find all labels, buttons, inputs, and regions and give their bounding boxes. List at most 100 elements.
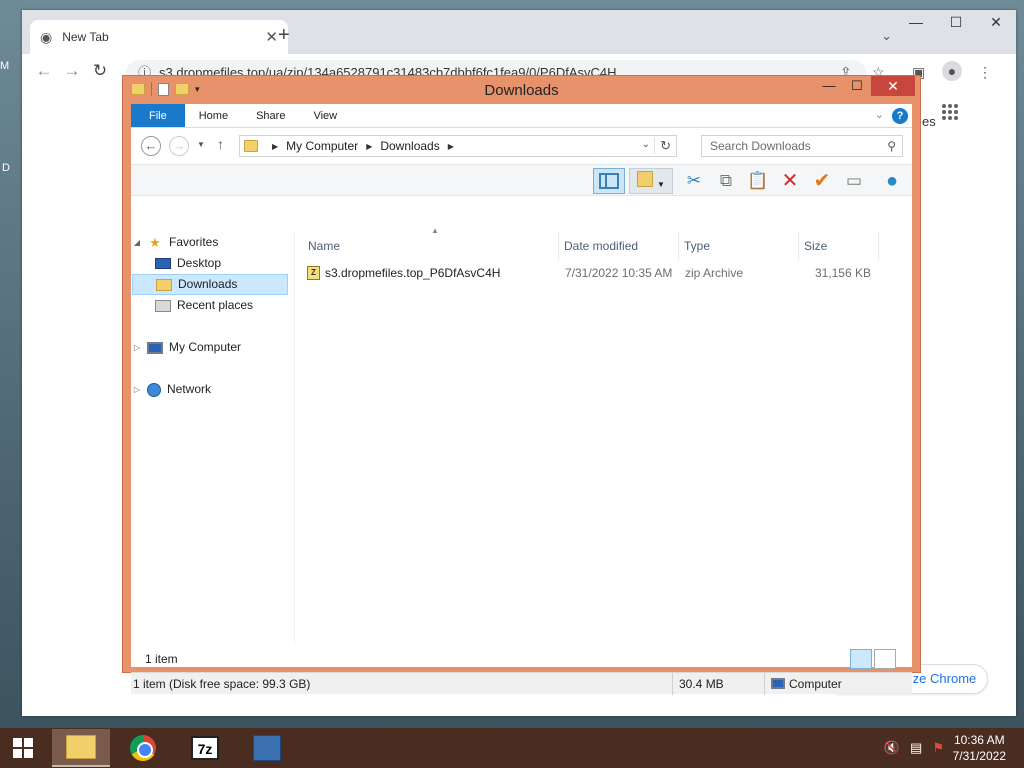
windows-logo-icon — [13, 738, 33, 758]
profile-avatar-icon[interactable]: ● — [942, 61, 962, 81]
globe-icon[interactable]: ● — [879, 168, 905, 194]
file-row[interactable]: Z s3.dropmefiles.top_P6DfAsvC4H 7/31/202… — [303, 262, 912, 284]
details-view-button[interactable] — [850, 649, 872, 669]
nav-my-computer[interactable]: ▷ My Computer — [131, 337, 241, 358]
forward-icon[interactable]: → — [169, 136, 189, 156]
taskbar-file-explorer[interactable] — [52, 729, 110, 767]
tab-home[interactable]: Home — [185, 104, 242, 127]
ntp-link-text[interactable]: es — [922, 114, 936, 129]
nav-recent-places[interactable]: Recent places — [151, 295, 253, 316]
copy-icon[interactable]: ⧉ — [713, 168, 739, 194]
delete-icon[interactable]: ✕ — [777, 168, 803, 194]
preview-pane-button[interactable] — [593, 168, 625, 194]
explorer-titlebar[interactable]: ▾ Downloads — ☐ ✕ — [123, 76, 920, 104]
explorer-close-button[interactable]: ✕ — [871, 76, 915, 96]
start-button[interactable] — [0, 728, 46, 768]
volume-muted-icon[interactable]: 🔇 — [884, 740, 900, 756]
address-dropdown-icon[interactable]: ⌄ — [642, 139, 650, 150]
tab-close-icon[interactable]: ✕ — [265, 28, 278, 46]
search-input[interactable]: Search Downloads ⚲ — [701, 135, 903, 157]
explorer-maximize-button[interactable]: ☐ — [843, 76, 871, 96]
cut-icon[interactable]: ✂ — [681, 168, 707, 194]
breadcrumb-downloads[interactable]: Downloads — [380, 139, 439, 153]
ribbon-expand-icon[interactable]: ⌄ — [875, 108, 884, 121]
network-tray-icon[interactable]: ▤ — [910, 740, 922, 756]
tab-new-tab[interactable]: ◉ New Tab ✕ — [30, 20, 288, 54]
tab-view[interactable]: View — [299, 104, 351, 127]
desktop-edge-text: M — [0, 60, 10, 72]
close-button[interactable]: ✕ — [976, 10, 1016, 36]
back-icon[interactable]: ← — [141, 136, 161, 156]
recent-locations-icon[interactable]: ▼ — [197, 140, 205, 149]
paste-icon[interactable]: 📋 — [745, 168, 771, 194]
minimize-button[interactable]: — — [896, 10, 936, 36]
back-icon[interactable]: ← — [30, 61, 58, 81]
nav-downloads[interactable]: Downloads — [132, 274, 288, 295]
column-header-type[interactable]: Type — [679, 232, 799, 260]
nav-desktop[interactable]: Desktop — [151, 253, 221, 274]
action-center-icon[interactable]: ⚑ — [932, 740, 944, 756]
explorer-window-controls: — ☐ ✕ — [815, 76, 915, 96]
refresh-icon[interactable]: ↻ — [654, 138, 671, 154]
window-controls: — ☐ ✕ — [896, 10, 1016, 36]
recent-places-icon — [155, 299, 171, 312]
clock-time: 10:36 AM — [953, 733, 1005, 747]
explorer-main: ◢ ★ Favorites Desktop Downloads Recent p… — [131, 226, 912, 642]
file-list: ▲ Name Date modified Type Size Z s3.drop… — [303, 226, 912, 642]
explorer-address-bar[interactable]: ▶ My Computer ▶ Downloads ▶ ⌄ ↻ — [239, 135, 677, 157]
explorer-body: File Home Share View ⌄ ? ← → ▼ ↑ ▶ My Co… — [131, 104, 912, 695]
maximize-button[interactable]: ☐ — [936, 10, 976, 36]
explorer-minimize-button[interactable]: — — [815, 76, 843, 96]
window-title: Downloads — [484, 82, 559, 99]
file-date: 7/31/2022 10:35 AM — [565, 266, 673, 280]
checkmark-icon[interactable]: ✔ — [809, 168, 835, 194]
explorer-window: ▾ Downloads — ☐ ✕ File Home Share View ⌄… — [122, 75, 921, 695]
tab-search-chevron-icon[interactable]: ⌄ — [881, 28, 892, 44]
address-row: ← → ▼ ↑ ▶ My Computer ▶ Downloads ▶ ⌄ ↻ … — [131, 128, 912, 164]
system-tray: 🔇 ▤ ⚑ — [884, 740, 944, 756]
rename-icon[interactable]: ▭ — [841, 168, 867, 194]
change-view-button[interactable]: ▼ — [629, 168, 673, 194]
7zip-icon: 7z — [191, 736, 219, 760]
taskbar-chrome[interactable] — [114, 729, 172, 767]
collapse-arrow-icon[interactable]: ◢ — [131, 232, 143, 253]
file-size: 31,156 KB — [814, 266, 871, 280]
status-location-label: Computer — [789, 677, 842, 691]
large-icons-view-button[interactable] — [874, 649, 896, 669]
file-type: zip Archive — [685, 266, 744, 280]
breadcrumb-my-computer[interactable]: My Computer — [286, 139, 358, 153]
nav-network-label: Network — [167, 382, 212, 396]
taskbar-app[interactable] — [238, 729, 296, 767]
status-disk-space: 1 item (Disk free space: 99.3 GB) — [133, 673, 673, 695]
tab-share[interactable]: Share — [242, 104, 299, 127]
chrome-icon — [130, 735, 156, 761]
tab-file[interactable]: File — [131, 104, 185, 127]
taskbar: 7z 🔇 ▤ ⚑ 10:36 AM 7/31/2022 — [0, 728, 1024, 768]
column-header-name[interactable]: Name — [303, 232, 559, 260]
search-placeholder: Search Downloads — [710, 139, 811, 153]
network-icon — [147, 382, 161, 397]
desktop-icon — [155, 258, 171, 269]
help-icon[interactable]: ? — [892, 108, 908, 124]
breadcrumb-separator-icon[interactable]: ▶ — [272, 142, 278, 151]
taskbar-clock[interactable]: 10:36 AM 7/31/2022 — [953, 732, 1006, 764]
nav-favorites[interactable]: ◢ ★ Favorites — [131, 232, 218, 253]
forward-icon[interactable]: → — [58, 61, 86, 81]
new-tab-button[interactable]: + — [278, 24, 290, 47]
folder-icon — [244, 140, 258, 152]
chrome-icon: ◉ — [40, 28, 53, 45]
nav-network[interactable]: ▷ Network — [131, 379, 211, 400]
google-apps-icon[interactable] — [942, 104, 958, 120]
taskbar-7zip[interactable]: 7z — [176, 729, 234, 767]
up-icon[interactable]: ↑ — [217, 136, 224, 152]
tab-title: New Tab — [62, 30, 109, 44]
file-name-cell[interactable]: Z s3.dropmefiles.top_P6DfAsvC4H — [307, 262, 500, 284]
column-header-date[interactable]: Date modified — [559, 232, 679, 260]
expand-arrow-icon[interactable]: ▷ — [131, 337, 143, 358]
breadcrumb-separator-icon[interactable]: ▶ — [448, 142, 454, 151]
expand-arrow-icon[interactable]: ▷ — [131, 379, 143, 400]
reload-icon[interactable]: ↻ — [86, 61, 114, 81]
breadcrumb-separator-icon[interactable]: ▶ — [366, 142, 372, 151]
column-header-size[interactable]: Size — [799, 232, 879, 260]
menu-kebab-icon[interactable]: ⋮ — [978, 64, 992, 81]
